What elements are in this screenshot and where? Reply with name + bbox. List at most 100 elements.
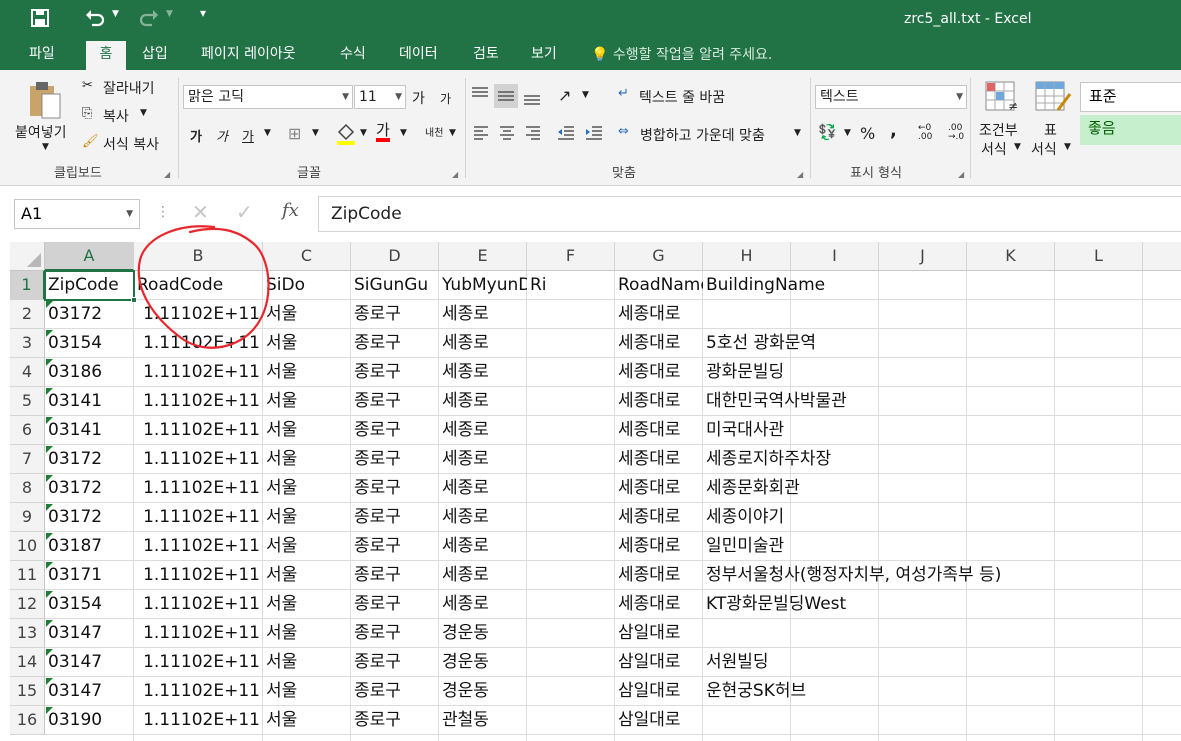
- table-cell[interactable]: 03147: [45, 648, 102, 677]
- increase-font-size-button[interactable]: 가: [412, 88, 425, 108]
- table-cell[interactable]: 세종로: [439, 300, 527, 329]
- middle-align-icon[interactable]: [494, 84, 518, 108]
- bold-button[interactable]: 가: [190, 126, 202, 145]
- accounting-dropdown-icon[interactable]: ▼: [844, 128, 851, 138]
- column-header-h[interactable]: H: [703, 242, 791, 271]
- table-cell[interactable]: 세종대로: [615, 561, 703, 590]
- table-cell[interactable]: 종로구: [351, 503, 401, 532]
- table-cell[interactable]: 종로구: [351, 474, 401, 503]
- number-format-combo[interactable]: 텍스트 ▼: [815, 85, 967, 109]
- table-cell[interactable]: 종로구: [351, 619, 401, 648]
- table-cell[interactable]: 삼일대로: [615, 648, 703, 677]
- redo-icon[interactable]: [138, 7, 160, 34]
- table-cell[interactable]: 서울: [263, 445, 297, 474]
- table-cell[interactable]: 세종대로: [615, 329, 703, 358]
- decrease-font-size-button[interactable]: 가: [440, 90, 451, 107]
- table-cell[interactable]: 03141: [45, 416, 102, 445]
- table-cell[interactable]: 세종대로: [615, 532, 703, 561]
- table-cell[interactable]: 대한민국역사박물관: [703, 387, 847, 416]
- tell-me-box[interactable]: 💡 수행할 작업을 알려 주세요.: [591, 44, 772, 64]
- undo-icon[interactable]: [84, 7, 106, 34]
- merge-dropdown-icon[interactable]: ▼: [794, 128, 801, 138]
- fill-color-icon[interactable]: [335, 122, 357, 150]
- table-cell[interactable]: 세종로: [439, 387, 527, 416]
- italic-button[interactable]: 가: [216, 126, 228, 145]
- column-header-b[interactable]: B: [134, 242, 263, 271]
- row-header-15[interactable]: 15: [10, 677, 45, 706]
- table-cell[interactable]: 운현궁SK허브: [703, 677, 806, 706]
- copy-button[interactable]: 복사: [103, 106, 129, 126]
- table-cell[interactable]: 삼일대로: [615, 706, 703, 735]
- table-cell[interactable]: 세종로: [439, 445, 527, 474]
- table-cell[interactable]: 서울: [263, 561, 297, 590]
- cut-button[interactable]: 잘라내기: [103, 78, 155, 98]
- table-cell[interactable]: 03172: [45, 300, 102, 329]
- table-cell[interactable]: 세종대로: [615, 300, 703, 329]
- table-cell[interactable]: 세종대로: [615, 590, 703, 619]
- table-cell[interactable]: 1.11102E+11: [134, 677, 263, 706]
- comma-style-button[interactable]: ,: [890, 120, 897, 141]
- font-dialog-launcher-icon[interactable]: ◢: [452, 170, 458, 179]
- format-as-table-label-2[interactable]: 서식: [1031, 139, 1057, 159]
- align-left-icon[interactable]: [472, 124, 490, 144]
- table-cell[interactable]: 종로구: [351, 590, 401, 619]
- table-cell[interactable]: 경운동: [439, 648, 527, 677]
- table-cell[interactable]: 1.11102E+11: [134, 706, 263, 735]
- insert-function-icon[interactable]: fx: [282, 200, 299, 221]
- table-cell[interactable]: 03186: [45, 358, 102, 387]
- formula-input[interactable]: ZipCode: [318, 196, 1181, 232]
- table-cell[interactable]: 서울: [263, 706, 297, 735]
- table-cell[interactable]: 서울: [263, 619, 297, 648]
- font-color-button[interactable]: 가: [376, 122, 390, 142]
- table-cell[interactable]: 1.11102E+11: [134, 387, 263, 416]
- tab-view[interactable]: 보기: [531, 45, 557, 70]
- number-dialog-launcher-icon[interactable]: ◢: [958, 170, 964, 179]
- table-cell[interactable]: 종로구: [351, 561, 401, 590]
- table-cell[interactable]: 1.11102E+11: [134, 590, 263, 619]
- table-cell[interactable]: 03147: [45, 619, 102, 648]
- table-cell[interactable]: 서울: [263, 503, 297, 532]
- cancel-icon[interactable]: ✕: [192, 200, 209, 224]
- increase-decimal-icon[interactable]: ←0.00: [918, 124, 932, 142]
- column-header-j[interactable]: J: [879, 242, 967, 271]
- orientation-icon[interactable]: ↗: [558, 86, 571, 105]
- column-header-l[interactable]: L: [1055, 242, 1143, 271]
- table-cell[interactable]: 종로구: [351, 387, 401, 416]
- table-cell[interactable]: 세종로: [439, 474, 527, 503]
- table-cell[interactable]: 관철동: [439, 706, 527, 735]
- table-cell[interactable]: KT광화문빌딩West: [703, 590, 846, 619]
- table-cell[interactable]: 종로구: [351, 300, 401, 329]
- table-cell[interactable]: 세종대로: [615, 387, 703, 416]
- table-cell[interactable]: 종로구: [351, 706, 401, 735]
- paste-icon[interactable]: [28, 80, 62, 124]
- table-cell[interactable]: 일민미술관: [703, 532, 784, 561]
- undo-dropdown-icon[interactable]: ▼: [112, 9, 119, 19]
- bottom-align-icon[interactable]: [522, 90, 542, 110]
- underline-dropdown-icon[interactable]: ▼: [264, 128, 271, 138]
- column-header-a[interactable]: A: [45, 242, 134, 271]
- column-header-g[interactable]: G: [615, 242, 703, 271]
- copy-dropdown-icon[interactable]: ▼: [140, 108, 147, 118]
- header-cell[interactable]: YubMyunDong: [439, 271, 527, 300]
- conditional-formatting-icon[interactable]: ≠: [984, 80, 1020, 118]
- decrease-indent-icon[interactable]: [556, 124, 576, 144]
- table-cell[interactable]: 세종로: [439, 590, 527, 619]
- table-cell[interactable]: 종로구: [351, 532, 401, 561]
- format-painter-button[interactable]: 서식 복사: [103, 134, 159, 154]
- row-header-12[interactable]: 12: [10, 590, 45, 619]
- tab-file[interactable]: 파일: [29, 45, 55, 70]
- row-header-7[interactable]: 7: [10, 445, 45, 474]
- customize-qat-icon[interactable]: ▾: [200, 6, 206, 20]
- tab-page-layout[interactable]: 페이지 레이아웃: [201, 45, 296, 70]
- top-align-icon[interactable]: [470, 86, 490, 106]
- header-cell[interactable]: Ri: [527, 271, 615, 300]
- row-header-9[interactable]: 9: [10, 503, 45, 532]
- table-cell[interactable]: 종로구: [351, 445, 401, 474]
- table-cell[interactable]: 03190: [45, 706, 102, 735]
- header-cell[interactable]: BuildingName: [703, 271, 825, 300]
- table-cell[interactable]: 1.11102E+11: [134, 358, 263, 387]
- table-cell[interactable]: 세종대로: [615, 503, 703, 532]
- merge-center-button[interactable]: 병합하고 가운데 맞춤: [640, 125, 765, 145]
- row-header-3[interactable]: 3: [10, 329, 45, 358]
- table-cell[interactable]: 1.11102E+11: [134, 648, 263, 677]
